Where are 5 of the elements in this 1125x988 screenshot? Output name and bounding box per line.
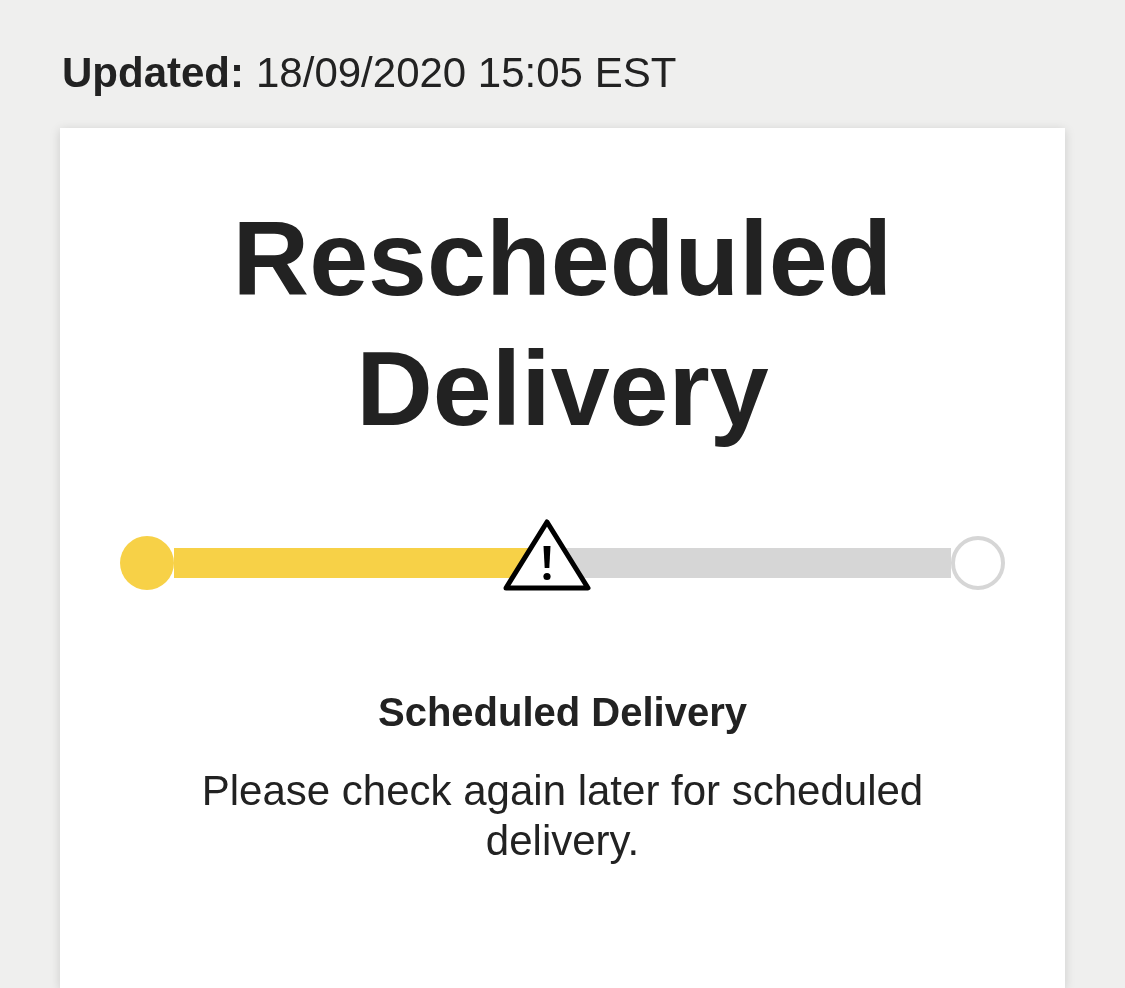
status-heading: Scheduled Delivery: [377, 689, 747, 736]
updated-timestamp: 18/09/2020 15:05 EST: [256, 48, 677, 98]
status-message: Please check again later for scheduled delivery.: [200, 766, 925, 866]
status-title: Rescheduled Delivery: [231, 198, 894, 449]
updated-label: Updated:: [62, 48, 244, 98]
